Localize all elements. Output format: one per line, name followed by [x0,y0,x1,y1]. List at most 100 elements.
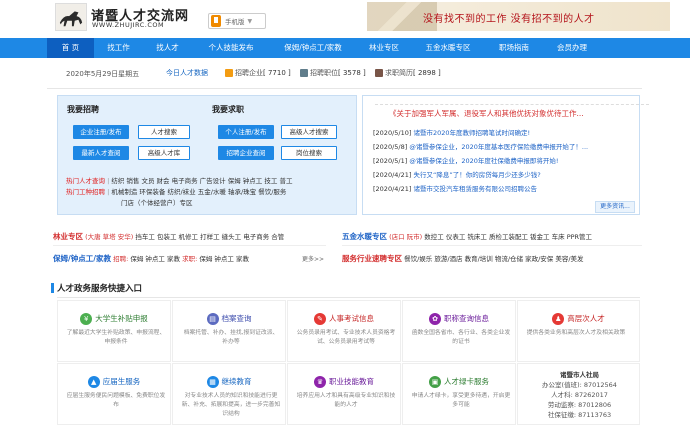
card-icon: ▣ [429,376,441,388]
book-icon: ▦ [206,376,219,388]
main-nav: 首 页 找工作 找人才 个人技能发布 保姆/钟点工/家教 林业专区 五金水暖专区… [0,38,690,58]
nav-item-hardware[interactable]: 五金水暖专区 [412,38,484,58]
nav-item-forestry[interactable]: 林业专区 [356,38,412,58]
stat-companies[interactable]: 招聘企业 [ 7710 ] [225,68,291,78]
nav-item-membership[interactable]: 会员办理 [544,38,600,58]
skill-icon: ♛ [314,376,326,388]
exam-icon: ✎ [314,313,326,325]
phone-icon [211,15,221,27]
contact-info: 诸暨市人社局 办公室(值班): 87012564 人才科: 87262017 劳… [517,363,640,425]
service-cell-graduate-subsidy[interactable]: ¥ 大学生补贴申报 了解最近大学生补贴政策、申报流程、申报条件 [57,300,171,362]
hot-talent-label: 热门人才查询 [66,177,105,185]
services-grid: ¥ 大学生补贴申报 了解最近大学生补贴政策、申报流程、申报条件 ▤ 档案查询 档案托… [57,300,640,425]
site-url: WWW.ZHUJIRC.COM [92,21,165,29]
service-cell-high-talent[interactable]: ♟ 高层次人才 提供各类业务和高层次人才及相关政策 [517,300,640,362]
today-data-label: 今日人才数据 [166,69,208,77]
hardware-zone-areas: (店口 阮市) [389,233,423,241]
cap-icon: ▲ [87,376,100,388]
personal-register-button[interactable]: 个人注册/发布 [218,125,274,139]
store-zone-link[interactable]: 门店（个体经营户）专区 [121,199,193,207]
quick-panel: 我要招聘 企业注册/发布 人才搜索 最新人才查阅 高级人才库 我要求职 个人注册… [57,95,357,215]
talent-search-button[interactable]: 人才搜索 [138,125,190,139]
service-zone: 服务行业速聘专区 餐饮/娱乐 旅游/酒店 教育/培训 物流/仓储 家政/安保 美… [342,253,584,264]
chevron-down-icon: ▼ [247,17,253,25]
current-date: 2020年5月29日星期五 [66,70,140,78]
service-cell-title-query[interactable]: ✿ 职称查询信息 函数全国各省市、各行业、各类企业发的证书 [402,300,516,362]
divider [57,297,640,298]
service-cell-green-card[interactable]: ▣ 人才绿卡服务 申请人才绿卡，享受更多待遇，开启更多可能 [402,363,516,425]
more-news-button[interactable]: 更多资讯... [595,201,635,213]
nav-item-find-talent[interactable]: 找人才 [143,38,192,58]
slogan-banner: 没有找不到的工作 没有招不到的人才 [367,2,670,31]
contact-office: 办公室(值班): 87012564 [542,381,617,389]
news-item[interactable]: [2020/4/21] 诸暨市交投汽车租赁服务有限公司招聘公告 [373,183,537,193]
jobseek-title: 我要求职 [212,105,244,114]
news-item[interactable]: [2020/4/21] 失行又“降息”了！你的房贷每月少还多少钱? [373,169,541,179]
site-logo[interactable] [55,3,87,31]
news-item[interactable]: [2020/5/10] 诸暨市2020年度教师招聘笔试时间确定! [373,127,530,137]
service-cell-continuing-edu[interactable]: ▦ 继续教育 对专业技术人员的知识和技能进行更新、补充、拓展和提高，进一步完善知识… [172,363,286,425]
news-item[interactable]: [2020/5/1] @诸暨参保企业，2020年度社保缴费申报即将开始! [373,155,559,165]
service-zone-links[interactable]: 餐饮/娱乐 旅游/酒店 教育/培训 物流/仓储 家政/安保 美容/美发 [404,255,583,263]
contact-labor: 劳动监察: 87012806 [547,401,612,409]
nanny-recruit-links[interactable]: 保姆 钟点工 家教 [130,255,180,263]
nanny-seek-links[interactable]: 保姆 钟点工 家教 [199,255,249,263]
service-zone-title[interactable]: 服务行业速聘专区 [342,254,402,263]
news-item[interactable]: [2020/5/8] @诸暨参保企业，2020年度基本医疗保险缴费申报开始了！.… [373,141,588,151]
nanny-more-link[interactable]: 更多>> [302,254,324,263]
forestry-zone: 林业专区 (大唐 草塔 安华) 挡车工 包装工 机修工 打样工 缝头工 电子商务… [53,231,284,242]
divider [47,88,642,89]
nanny-zone: 保姆/钟点工/家教 招聘: 保姆 钟点工 家教 求职: 保姆 钟点工 家教 [53,254,249,263]
divider [53,245,326,246]
resume-icon [375,69,383,77]
advanced-talent-search-button[interactable]: 高级人才搜索 [281,125,337,139]
archive-icon: ▤ [206,313,219,325]
header: 诸暨人才交流网 WWW.ZHUJIRC.COM 手机版 ▼ 没有找不到的工作 没… [0,0,690,38]
contact-org: 诸暨市人社局 [560,371,599,379]
senior-talent-pool-button[interactable]: 高级人才库 [138,146,190,160]
hot-job-row-2: 门店（个体经营户）专区 [121,198,193,208]
service-cell-archive[interactable]: ▤ 档案查询 档案托管、补办、挂找,报到证改派、补办等 [172,300,286,362]
nav-item-nanny[interactable]: 保姆/钟点工/家教 [270,38,356,58]
announcement-panel: 《关于加强军人军属、退役军人和其他优抚对象优待工作... [2020/5/10]… [362,95,649,215]
service-cell-exam[interactable]: ✎ 人事考试信息 公务员录用考试、专业技术人员资格考试、公务员录用考试等 [287,300,401,362]
mobile-version-button[interactable]: 手机版 ▼ [208,13,266,29]
forestry-zone-links[interactable]: 挡车工 包装工 机修工 打样工 缝头工 电子商务 合管 [135,233,284,241]
announcement-title[interactable]: 《关于加强军人军属、退役军人和其他优抚对象优待工作... [375,104,649,119]
slogan-text: 没有找不到的工作 没有招不到的人才 [423,14,595,25]
position-icon [300,69,308,77]
info-bar: 2020年5月29日星期五 今日人才数据 招聘企业 [ 7710 ] 招聘职位 … [0,62,690,86]
certificate-icon: ✿ [429,313,441,325]
company-icon [225,69,233,77]
stat-resumes[interactable]: 求职简历 [ 2898 ] [375,68,441,78]
company-browse-button[interactable]: 招聘企业查阅 [218,146,274,160]
company-register-button[interactable]: 企业注册/发布 [73,125,129,139]
hot-talent-links[interactable]: 纺织 销售 文员 财会 电子商务 广告设计 保姆 钟点工 技工 普工 [111,177,292,185]
graduate-icon: ¥ [80,313,93,325]
hot-job-label: 热门工种招聘 [66,188,105,196]
nav-item-home[interactable]: 首 页 [47,38,94,58]
hot-talent-row: 热门人才查询 | 纺织 销售 文员 财会 电子商务 广告设计 保姆 钟点工 技工… [66,177,293,185]
mobile-version-label: 手机版 [225,18,245,26]
service-cell-graduate[interactable]: ▲ 应届生服务 应届生服务便民问题模板、免费职位发布 [57,363,171,425]
contact-social: 社保征缴: 87113763 [547,411,612,419]
nanny-zone-title[interactable]: 保姆/钟点工/家教 [53,254,111,263]
recruit-title: 我要招聘 [67,105,99,114]
latest-talent-button[interactable]: 最新人才查阅 [73,146,129,160]
nav-item-career-guide[interactable]: 职场指南 [484,38,544,58]
forestry-zone-areas: (大唐 草塔 安华) [85,233,134,241]
hot-job-row: 热门工种招聘 | 机械制造 环保装备 纺织/袜业 五金/水暖 轴承/珠宝 餐饮/… [66,188,287,196]
job-search-button[interactable]: 岗位搜索 [281,146,337,160]
services-section-title: 人才政务服务快捷入口 [50,283,143,294]
nav-item-find-job[interactable]: 找工作 [94,38,143,58]
hardware-zone-links[interactable]: 数控工 仪表工 铣床工 质检工装配工 钣金工 车床 PPR管工 [424,233,592,241]
hardware-zone-title[interactable]: 五金水暖专区 [342,232,387,241]
nav-item-skill-publish[interactable]: 个人技能发布 [192,38,270,58]
hot-job-links[interactable]: 机械制造 环保装备 纺织/袜业 五金/水暖 轴承/珠宝 餐饮/服务 [111,188,286,196]
forestry-zone-title[interactable]: 林业专区 [53,232,83,241]
stat-positions[interactable]: 招聘职位 [ 3578 ] [300,68,366,78]
contact-talent: 人才科: 87262017 [551,391,608,399]
talent-icon: ♟ [552,313,565,325]
hardware-zone: 五金水暖专区 (店口 阮市) 数控工 仪表工 铣床工 质检工装配工 钣金工 车床… [342,231,592,242]
service-cell-skill-edu[interactable]: ♛ 职业技能教育 培养应用人才和具有高级专业知识和技能的人才 [287,363,401,425]
